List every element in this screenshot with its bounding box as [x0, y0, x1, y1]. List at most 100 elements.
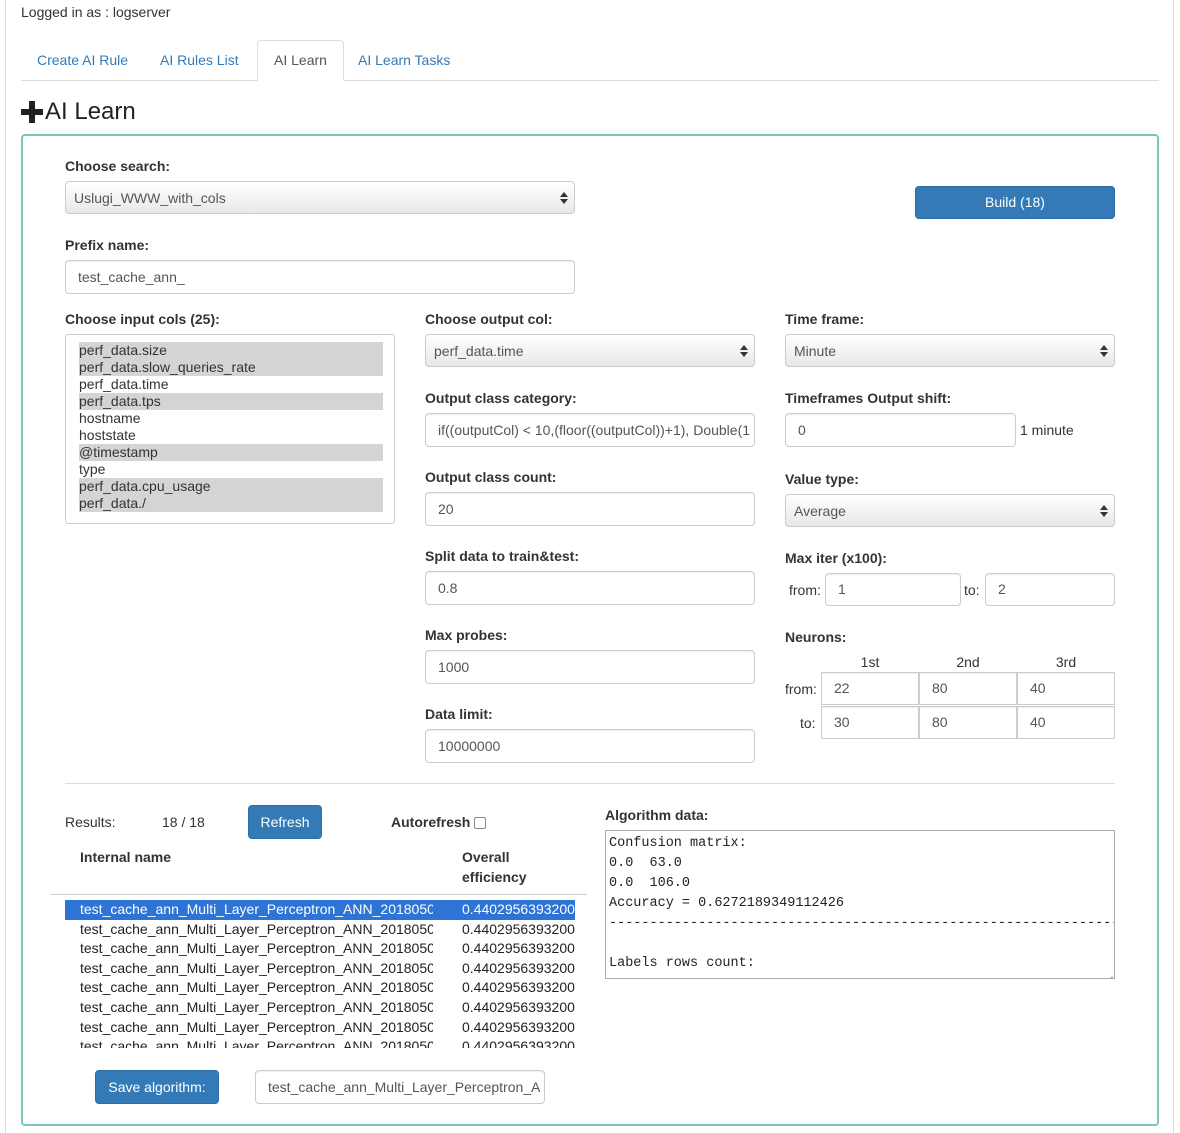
algorithm-line: Confusion matrix: — [609, 836, 747, 851]
neurons-from-3rd-input[interactable]: 40 — [1017, 672, 1115, 705]
split-label: Split data to train&test: — [425, 548, 580, 564]
prefix-name-label: Prefix name: — [65, 237, 150, 253]
row-efficiency: 0.4402956393200 — [462, 920, 575, 937]
row-efficiency: 0.4402956393200 — [462, 1018, 575, 1035]
table-row[interactable]: test_cache_ann_Multi_Layer_Perceptron_AN… — [65, 900, 575, 920]
table-row[interactable]: test_cache_ann_Multi_Layer_Perceptron_AN… — [65, 959, 575, 979]
row-name: test_cache_ann_Multi_Layer_Perceptron_AN… — [80, 1018, 433, 1035]
value-type-select[interactable]: Average — [785, 494, 1115, 527]
neurons-to-2nd-input[interactable]: 80 — [919, 706, 1017, 739]
results-label: Results: — [65, 814, 116, 830]
data-limit-input[interactable]: 10000000 — [425, 729, 755, 763]
page-title: AI Learn — [20, 98, 136, 126]
autorefresh-checkbox[interactable] — [474, 817, 486, 829]
table-row[interactable]: test_cache_ann_Multi_Layer_Perceptron_AN… — [65, 978, 575, 998]
output-col-label: Choose output col: — [425, 311, 553, 327]
max-iter-label: Max iter (x100): — [785, 550, 887, 566]
list-item[interactable]: @timestamp — [79, 444, 383, 461]
plus-icon — [20, 100, 44, 124]
neurons-from-2nd-input[interactable]: 80 — [919, 672, 1017, 705]
split-input[interactable]: 0.8 — [425, 571, 755, 605]
select-arrows-icon — [1100, 504, 1108, 518]
algorithm-data-label: Algorithm data: — [605, 807, 709, 823]
table-row[interactable]: test_cache_ann_Multi_Layer_Perceptron_AN… — [65, 939, 575, 959]
neurons-from-1st-input[interactable]: 22 — [821, 672, 919, 705]
neurons-to-label: to: — [800, 715, 816, 731]
output-shift-label: Timeframes Output shift: — [785, 390, 952, 406]
time-frame-select[interactable]: Minute — [785, 334, 1115, 367]
row-name: test_cache_ann_Multi_Layer_Perceptron_AN… — [80, 1038, 433, 1048]
time-frame-label: Time frame: — [785, 311, 865, 327]
results-header-divider — [50, 894, 587, 895]
build-button[interactable]: Build (18) — [915, 186, 1115, 219]
list-item[interactable]: hoststate — [79, 427, 383, 444]
list-item[interactable]: hostname — [79, 410, 383, 427]
neurons-to-1st-input[interactable]: 30 — [821, 706, 919, 739]
save-algorithm-name-input[interactable]: test_cache_ann_Multi_Layer_Perceptron_A — [255, 1070, 545, 1104]
algorithm-line: Accuracy = 0.6272189349112426 — [609, 896, 844, 911]
refresh-button[interactable]: Refresh — [248, 805, 322, 839]
select-arrows-icon — [740, 344, 748, 358]
row-efficiency: 0.4402956393200 — [462, 979, 575, 996]
input-cols-listbox[interactable]: perf_data.size perf_data.slow_queries_ra… — [65, 334, 395, 524]
row-efficiency: 0.4402956393200 — [462, 901, 575, 917]
max-iter-to-label: to: — [964, 582, 980, 598]
choose-search-select[interactable]: Uslugi_WWW_with_cols — [65, 181, 575, 214]
row-name: test_cache_ann_Multi_Layer_Perceptron_AN… — [80, 979, 433, 996]
neurons-header-3rd: 3rd — [1055, 654, 1077, 670]
algorithm-line: ----------------------------------------… — [609, 916, 1115, 931]
tab-create-ai-rule[interactable]: Create AI Rule — [21, 40, 144, 81]
list-item[interactable]: perf_data.size — [79, 342, 383, 359]
list-item[interactable]: perf_data.cpu_usage — [79, 478, 383, 495]
output-class-count-label: Output class count: — [425, 469, 557, 485]
time-frame-value: Minute — [794, 343, 837, 359]
tab-ai-rules-list[interactable]: AI Rules List — [144, 40, 255, 81]
select-arrows-icon — [560, 191, 568, 205]
list-item[interactable]: perf_data.time — [79, 376, 383, 393]
logged-in-text: Logged in as : logserver — [21, 4, 171, 20]
output-class-category-input[interactable]: if((outputCol) < 10,(floor((outputCol))+… — [425, 413, 755, 447]
max-iter-to-input[interactable]: 2 — [985, 573, 1115, 606]
row-name: test_cache_ann_Multi_Layer_Perceptron_AN… — [80, 959, 433, 976]
table-row[interactable]: test_cache_ann_Multi_Layer_Perceptron_AN… — [65, 1037, 575, 1048]
col-efficiency-line2: efficiency — [462, 869, 527, 885]
save-algorithm-button[interactable]: Save algorithm: — [95, 1070, 219, 1104]
choose-search-value: Uslugi_WWW_with_cols — [74, 190, 226, 206]
max-iter-from-input[interactable]: 1 — [825, 573, 961, 606]
col-efficiency-line1: Overall — [462, 849, 510, 865]
row-name: test_cache_ann_Multi_Layer_Perceptron_AN… — [80, 901, 433, 917]
tab-ai-learn-tasks[interactable]: AI Learn Tasks — [342, 40, 466, 81]
tab-ai-learn[interactable]: AI Learn — [257, 40, 344, 81]
list-item[interactable]: perf_data./ — [79, 495, 383, 512]
list-item[interactable]: perf_data.tps — [79, 393, 383, 410]
table-row[interactable]: test_cache_ann_Multi_Layer_Perceptron_AN… — [65, 1018, 575, 1038]
col-internal-name: Internal name — [80, 849, 172, 865]
output-shift-suffix: 1 minute — [1020, 422, 1074, 438]
results-count: 18 / 18 — [162, 814, 205, 830]
resize-grip-icon[interactable] — [1104, 968, 1113, 977]
list-item[interactable]: perf_data.slow_queries_rate — [79, 359, 383, 376]
neurons-header-1st: 1st — [860, 654, 880, 670]
row-efficiency: 0.4402956393200 — [462, 959, 575, 976]
row-name: test_cache_ann_Multi_Layer_Perceptron_AN… — [80, 920, 433, 937]
output-col-value: perf_data.time — [434, 343, 524, 359]
row-name: test_cache_ann_Multi_Layer_Perceptron_AN… — [80, 999, 433, 1015]
output-shift-input[interactable]: 0 — [785, 413, 1016, 447]
autorefresh-label: Autorefresh — [391, 814, 471, 830]
input-cols-label: Choose input cols (25): — [65, 311, 220, 327]
max-iter-from-label: from: — [789, 582, 821, 598]
neurons-to-3rd-input[interactable]: 40 — [1017, 706, 1115, 739]
results-list[interactable]: test_cache_ann_Multi_Layer_Perceptron_AN… — [65, 900, 575, 1048]
table-row[interactable]: test_cache_ann_Multi_Layer_Perceptron_AN… — [65, 920, 575, 940]
neurons-label: Neurons: — [785, 629, 847, 645]
prefix-name-input[interactable]: test_cache_ann_ — [65, 260, 575, 294]
output-class-count-input[interactable]: 20 — [425, 492, 755, 526]
table-row[interactable]: test_cache_ann_Multi_Layer_Perceptron_AN… — [65, 998, 575, 1018]
max-probes-input[interactable]: 1000 — [425, 650, 755, 684]
value-type-value: Average — [794, 503, 846, 519]
algorithm-data-textarea[interactable]: Confusion matrix: 0.0 63.0 0.0 106.0 Acc… — [605, 830, 1115, 979]
list-item[interactable]: type — [79, 461, 383, 478]
output-class-category-label: Output class category: — [425, 390, 577, 406]
row-efficiency: 0.4402956393200 — [462, 940, 575, 957]
output-col-select[interactable]: perf_data.time — [425, 334, 755, 367]
